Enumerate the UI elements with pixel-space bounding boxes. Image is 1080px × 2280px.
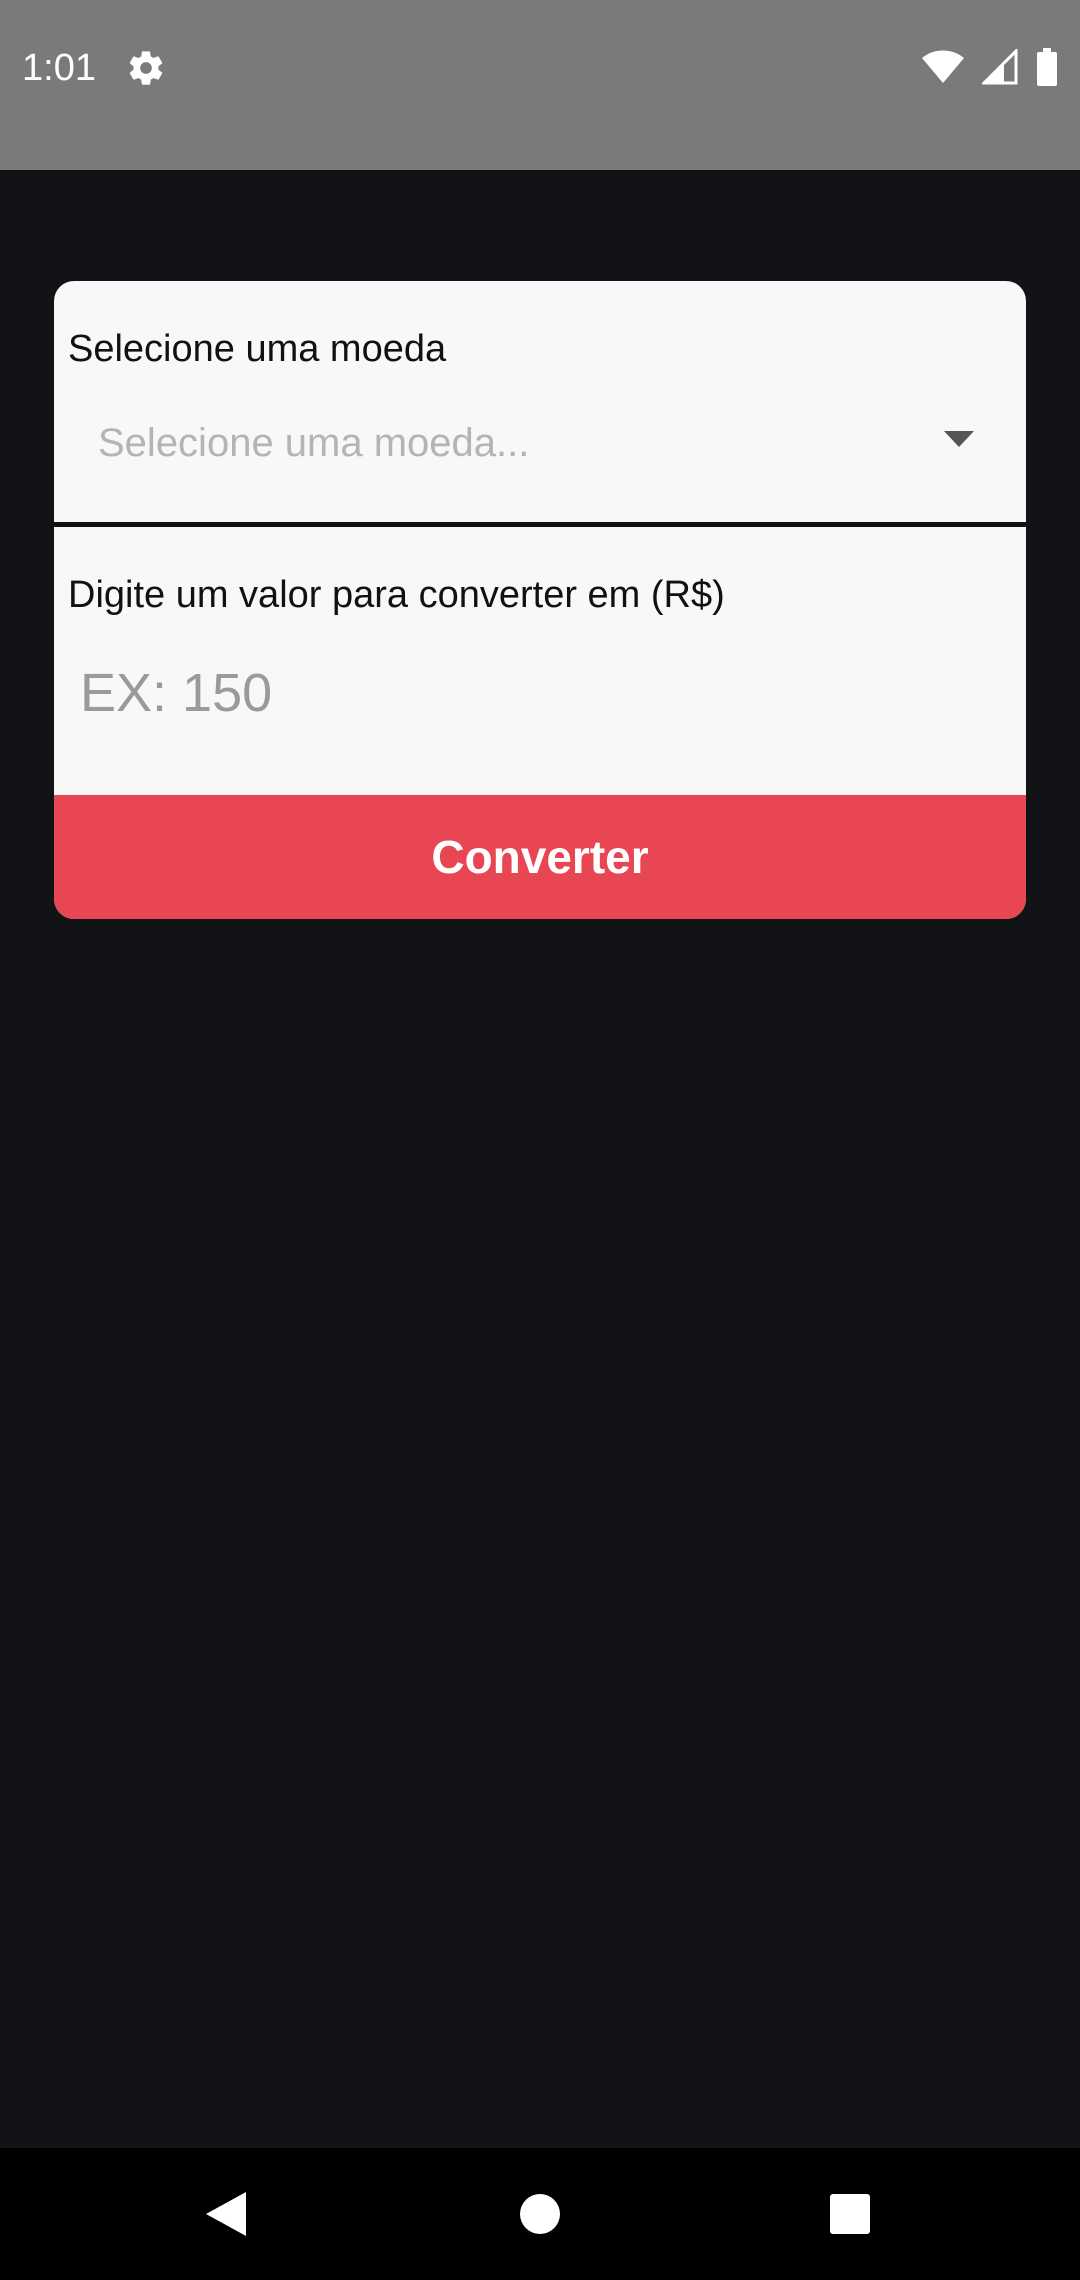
value-input[interactable] bbox=[68, 653, 998, 733]
battery-icon bbox=[1036, 48, 1058, 86]
gear-icon bbox=[126, 48, 166, 88]
caret-down-icon bbox=[942, 429, 976, 449]
main-screen: Selecione uma moeda Selecione uma moeda.… bbox=[0, 170, 1080, 2148]
home-icon[interactable] bbox=[498, 2172, 582, 2256]
status-bar: 1:01 bbox=[0, 0, 1080, 170]
value-label: Digite um valor para converter em (R$) bbox=[68, 574, 725, 616]
recent-apps-icon[interactable] bbox=[808, 2172, 892, 2256]
status-icons bbox=[922, 46, 1058, 88]
signal-icon bbox=[982, 49, 1018, 85]
back-icon[interactable] bbox=[184, 2172, 268, 2256]
currency-picker[interactable]: Selecione uma moeda... bbox=[54, 391, 1026, 491]
navigation-bar bbox=[0, 2148, 1080, 2280]
wifi-icon bbox=[922, 50, 964, 84]
currency-label: Selecione uma moeda bbox=[68, 328, 447, 370]
convert-button[interactable]: Converter bbox=[54, 795, 1026, 919]
converter-card: Selecione uma moeda Selecione uma moeda.… bbox=[54, 281, 1026, 919]
status-time: 1:01 bbox=[22, 47, 96, 89]
divider bbox=[54, 522, 1026, 527]
currency-picker-placeholder: Selecione uma moeda... bbox=[98, 421, 530, 465]
